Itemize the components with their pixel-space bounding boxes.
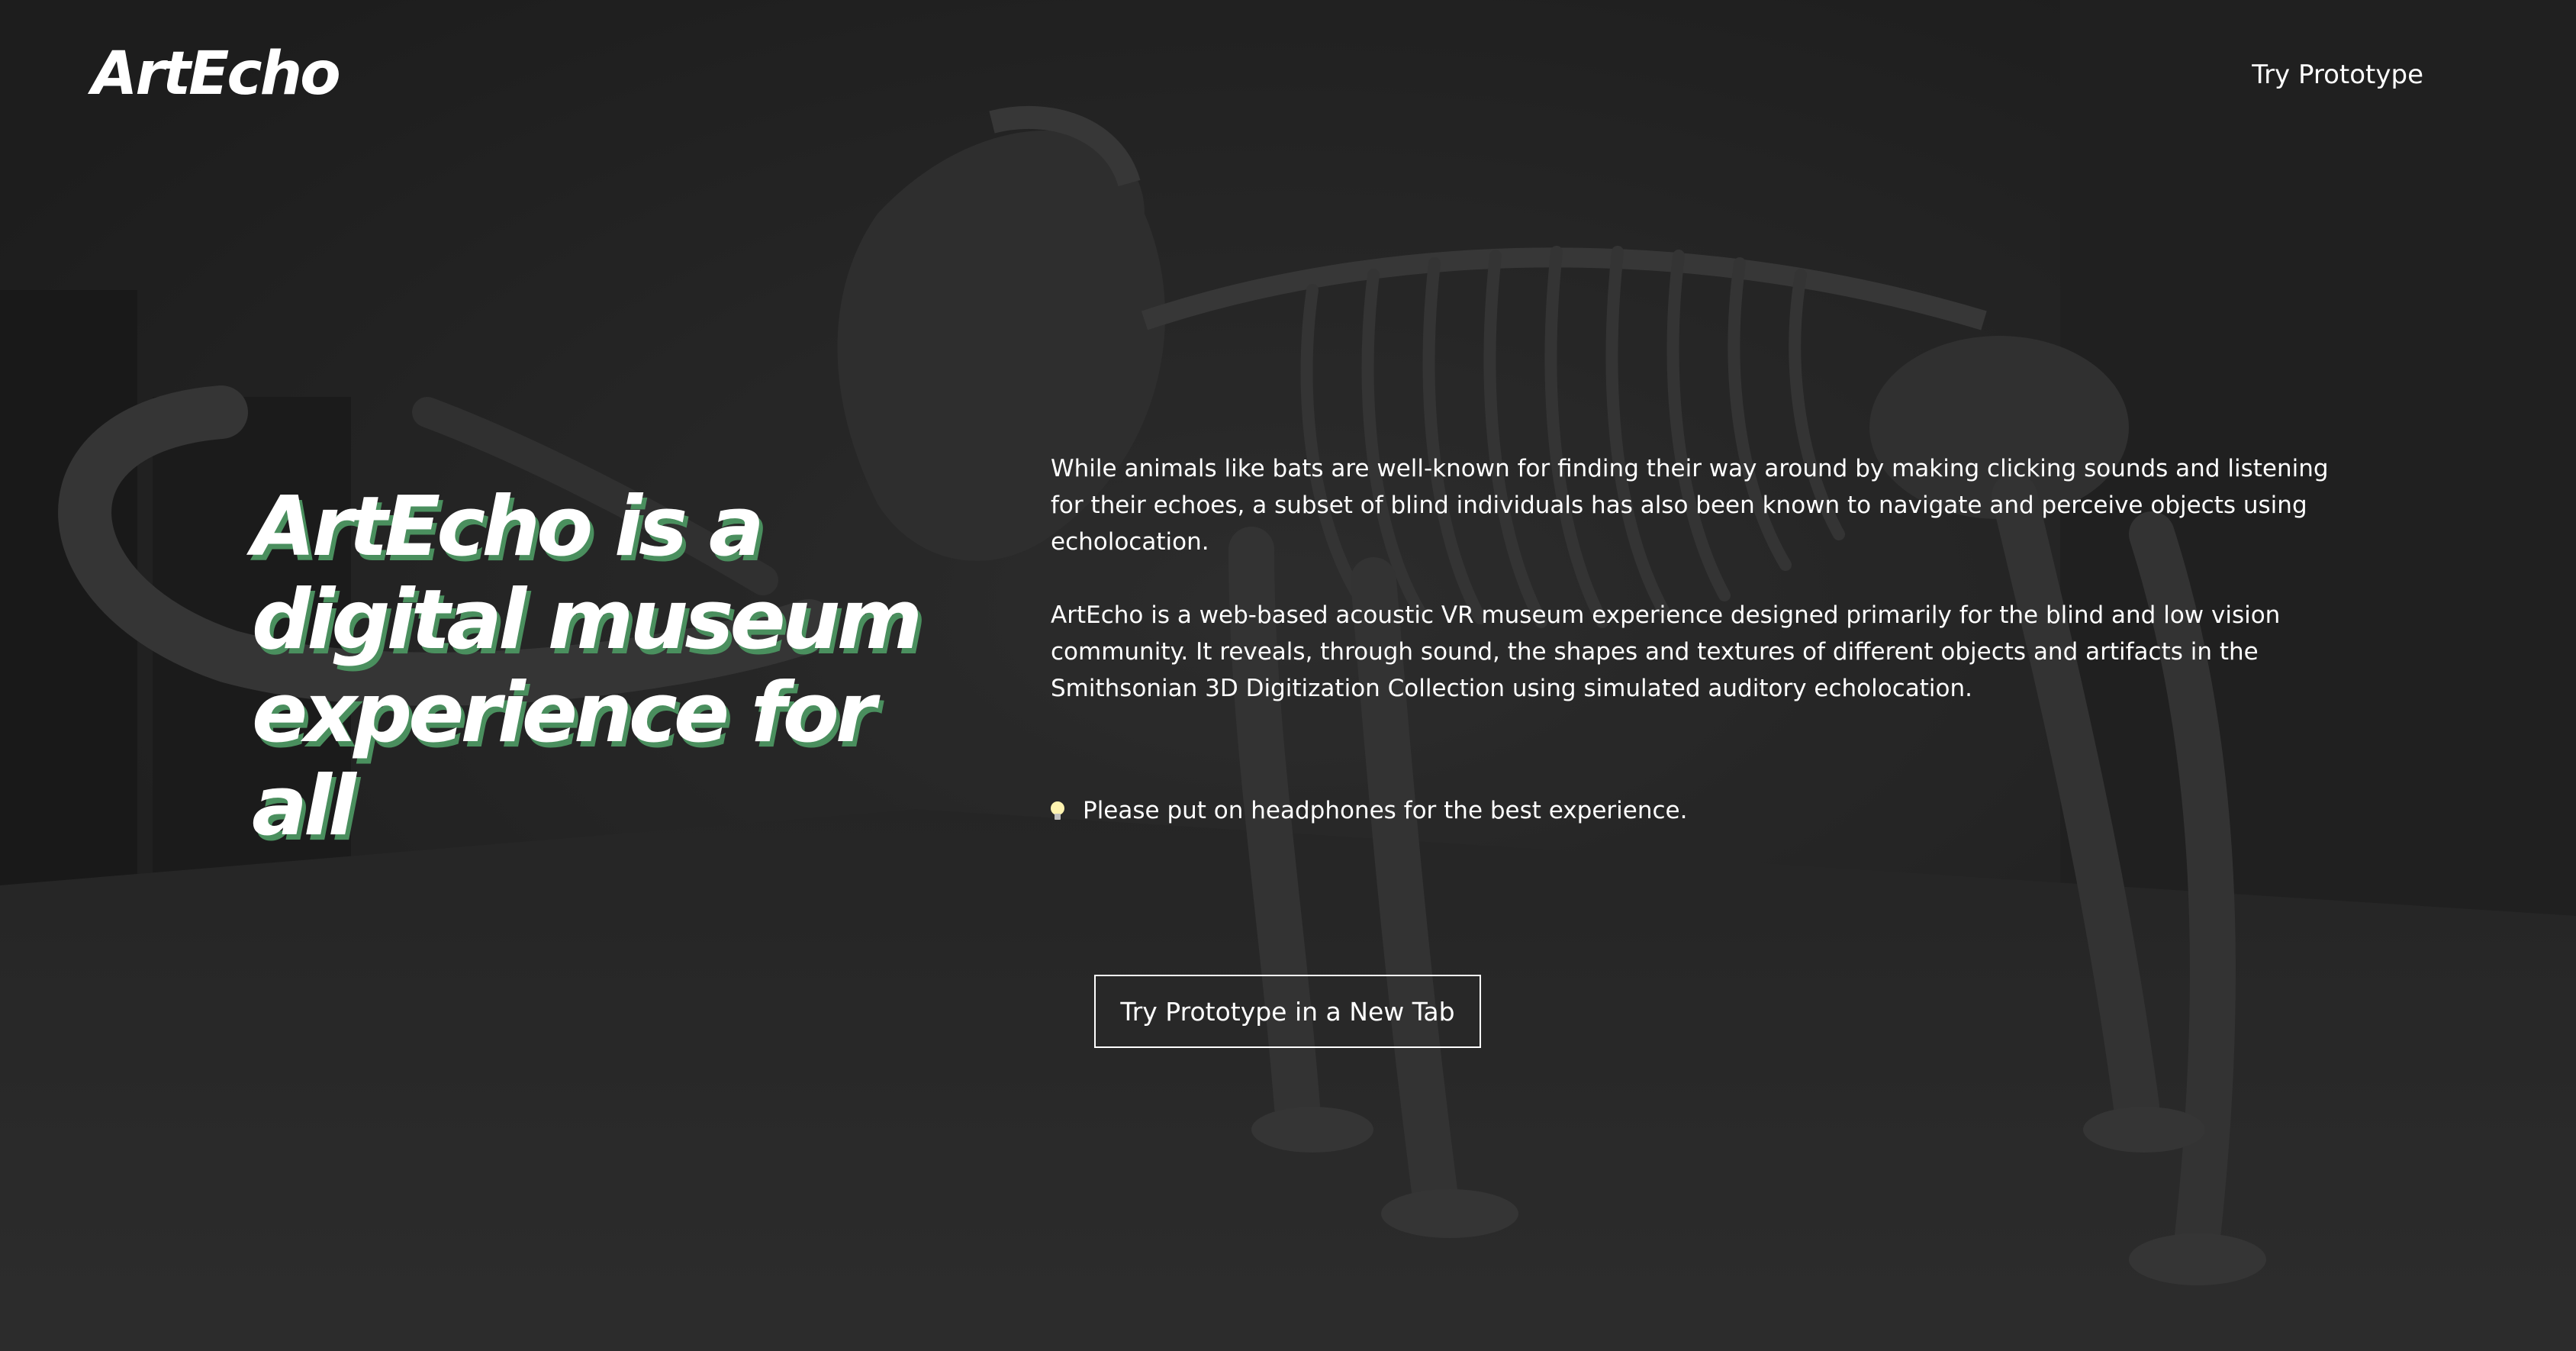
headphones-tip: Please put on headphones for the best ex… — [1051, 792, 1687, 829]
intro-paragraph: ArtEcho is a web-based acoustic VR museu… — [1051, 601, 2281, 702]
lightbulb-icon — [1051, 801, 1064, 820]
intro-paragraph: While animals like bats are well-known f… — [1051, 455, 2329, 556]
hero-headline: ArtEcho is a digital museum experience f… — [252, 479, 923, 854]
try-prototype-new-tab-button[interactable]: Try Prototype in a New Tab — [1094, 975, 1481, 1048]
headphones-tip-text: Please put on headphones for the best ex… — [1083, 797, 1688, 824]
intro-copy: While animals like bats are well-known f… — [1051, 450, 2348, 743]
site-logo[interactable]: ArtEcho — [92, 40, 341, 108]
try-prototype-nav-link[interactable]: Try Prototype — [2252, 60, 2423, 90]
